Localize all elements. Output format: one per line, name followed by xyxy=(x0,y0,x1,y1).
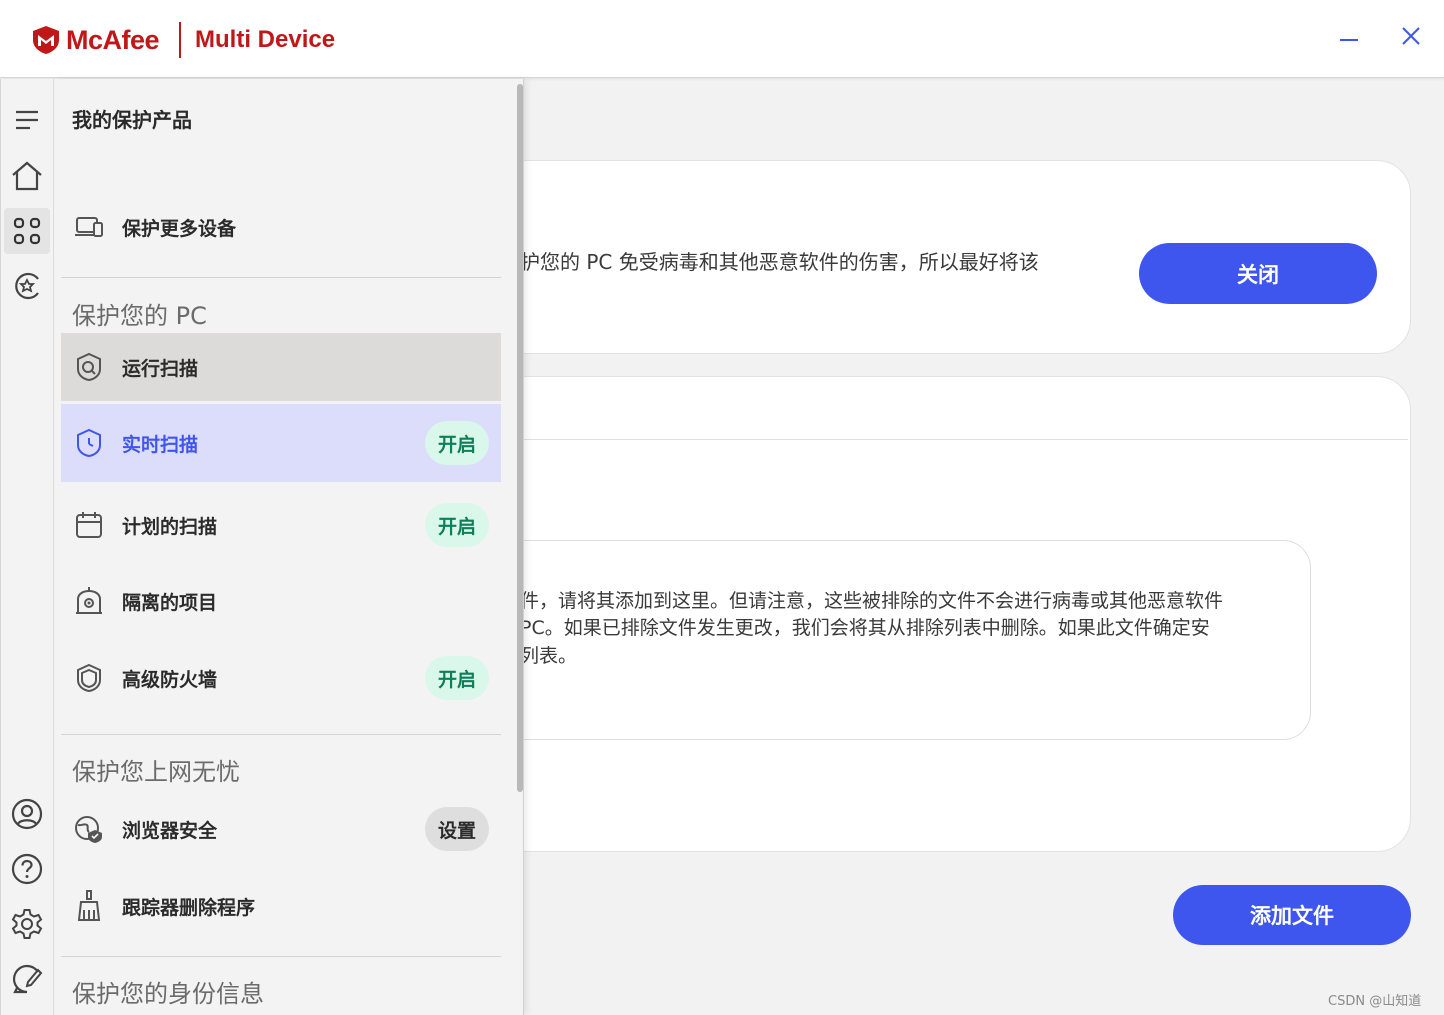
section-divider xyxy=(61,734,501,735)
excluded-files-info-box xyxy=(420,540,1311,740)
firewall-label: 高级防火墙 xyxy=(122,668,218,691)
section-divider xyxy=(61,277,501,278)
feedback-icon xyxy=(12,964,43,994)
quarantine-icon xyxy=(73,585,105,617)
devices-icon xyxy=(73,211,105,243)
help-icon xyxy=(11,853,43,885)
protection-score-icon xyxy=(15,272,39,300)
brand-divider xyxy=(179,22,182,58)
section-title-pc: 保护您的 PC xyxy=(72,302,207,330)
browser-security-label: 浏览器安全 xyxy=(122,819,218,842)
settings-button[interactable] xyxy=(4,901,50,947)
scheduled-scan-status-badge: 开启 xyxy=(425,503,489,547)
excluded-files-desc-line-3: 列表。 xyxy=(520,645,578,667)
feedback-button[interactable] xyxy=(4,956,50,1002)
quarantine-item[interactable]: 隔离的项目 xyxy=(61,578,501,624)
mcafee-shield-icon xyxy=(33,26,59,54)
brand-name: McAfee xyxy=(66,24,160,55)
scheduled-scan-item[interactable]: 计划的扫描 开启 xyxy=(61,500,501,550)
quarantine-label: 隔离的项目 xyxy=(122,591,218,614)
title-bar: McAfee Multi Device xyxy=(0,0,1444,78)
broom-icon xyxy=(73,890,105,922)
firewall-item[interactable]: 高级防火墙 开启 xyxy=(61,653,501,703)
home-icon xyxy=(12,161,42,191)
product-name: Multi Device xyxy=(195,26,336,53)
add-file-button[interactable]: 添加文件 xyxy=(1173,885,1411,945)
minimize-button[interactable] xyxy=(1331,18,1367,54)
turn-off-button[interactable]: 关闭 xyxy=(1139,243,1377,304)
account-button[interactable] xyxy=(4,791,50,837)
globe-shield-icon xyxy=(73,813,105,845)
browser-security-settings-button[interactable]: 设置 xyxy=(425,807,489,851)
settings-icon xyxy=(11,909,43,939)
section-title-identity: 保护您的身份信息 xyxy=(72,980,264,1008)
menu-button[interactable] xyxy=(4,97,50,143)
realtime-scan-description: 护您的 PC 免受病毒和其他恶意软件的伤害，所以最好将该 xyxy=(520,250,1039,274)
realtime-scan-item[interactable]: 实时扫描 开启 xyxy=(61,404,501,482)
section-title-web: 保护您上网无忧 xyxy=(72,758,240,786)
card-divider xyxy=(471,439,1408,440)
section-divider xyxy=(61,956,501,957)
my-protection-button[interactable] xyxy=(4,208,50,254)
run-scan-item[interactable]: 运行扫描 xyxy=(61,333,501,401)
firewall-shield-icon xyxy=(73,662,105,694)
firewall-status-badge: 开启 xyxy=(425,656,489,700)
apps-grid-icon xyxy=(13,217,41,245)
minimize-icon xyxy=(1340,39,1358,41)
watermark-text: CSDN @山知道 xyxy=(1328,994,1422,1009)
help-button[interactable] xyxy=(4,846,50,892)
clock-shield-icon xyxy=(73,427,105,459)
run-scan-label: 运行扫描 xyxy=(122,357,199,380)
drawer-title: 我的保护产品 xyxy=(72,108,192,132)
scheduled-scan-label: 计划的扫描 xyxy=(122,515,218,538)
protection-score-button[interactable] xyxy=(4,263,50,309)
calendar-icon xyxy=(73,509,105,541)
tracker-remover-item[interactable]: 跟踪器删除程序 xyxy=(61,882,501,930)
excluded-files-desc-line-1: 件，请将其添加到这里。但请注意，这些被排除的文件不会进行病毒或其他恶意软件 xyxy=(520,590,1224,612)
protect-more-devices-label: 保护更多设备 xyxy=(122,217,237,240)
scan-shield-icon xyxy=(73,351,105,383)
tracker-remover-label: 跟踪器删除程序 xyxy=(122,896,256,919)
menu-icon xyxy=(16,110,38,130)
close-window-button[interactable] xyxy=(1393,18,1429,54)
browser-security-item[interactable]: 浏览器安全 设置 xyxy=(61,804,501,854)
realtime-scan-status-badge: 开启 xyxy=(425,421,489,465)
brand-logo: McAfee Multi Device xyxy=(32,22,335,58)
excluded-files-desc-line-2: PC。如果已排除文件发生更改，我们会将其从排除列表中删除。如果此文件确定安 xyxy=(520,617,1210,639)
drawer-scrollbar[interactable] xyxy=(517,84,523,792)
realtime-scan-label: 实时扫描 xyxy=(122,433,199,456)
home-button[interactable] xyxy=(4,153,50,199)
account-icon xyxy=(11,798,43,830)
protect-more-devices-item[interactable]: 保护更多设备 xyxy=(61,204,501,250)
close-icon xyxy=(1402,27,1420,45)
